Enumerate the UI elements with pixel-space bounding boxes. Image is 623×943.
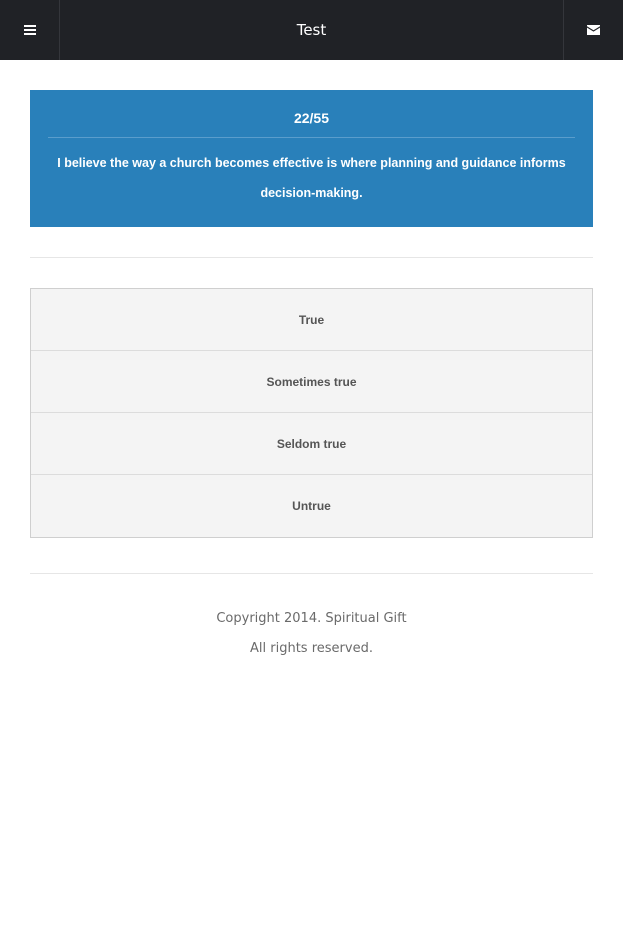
question-text: I believe the way a church becomes effec… — [57, 156, 566, 200]
copyright-text: Copyright 2014. Spiritual Gift — [216, 611, 407, 626]
menu-button[interactable] — [0, 0, 60, 60]
envelope-icon — [587, 25, 600, 35]
rights-text: All rights reserved. — [250, 641, 373, 656]
footer: Copyright 2014. Spiritual Gift All right… — [0, 604, 623, 664]
answer-list: True Sometimes true Seldom true Untrue — [30, 288, 593, 538]
answer-option-untrue[interactable]: Untrue — [31, 475, 592, 537]
divider — [30, 573, 593, 574]
answer-option-sometimes-true[interactable]: Sometimes true — [31, 351, 592, 413]
answer-option-seldom-true[interactable]: Seldom true — [31, 413, 592, 475]
question-card: 22/55 I believe the way a church becomes… — [30, 90, 593, 227]
top-navigation-bar: Test — [0, 0, 623, 60]
page-title: Test — [296, 21, 327, 39]
question-counter: 22/55 — [48, 90, 575, 138]
divider — [30, 257, 593, 258]
answer-option-true[interactable]: True — [31, 289, 592, 351]
hamburger-menu-icon — [23, 25, 36, 35]
mail-button[interactable] — [563, 0, 623, 60]
